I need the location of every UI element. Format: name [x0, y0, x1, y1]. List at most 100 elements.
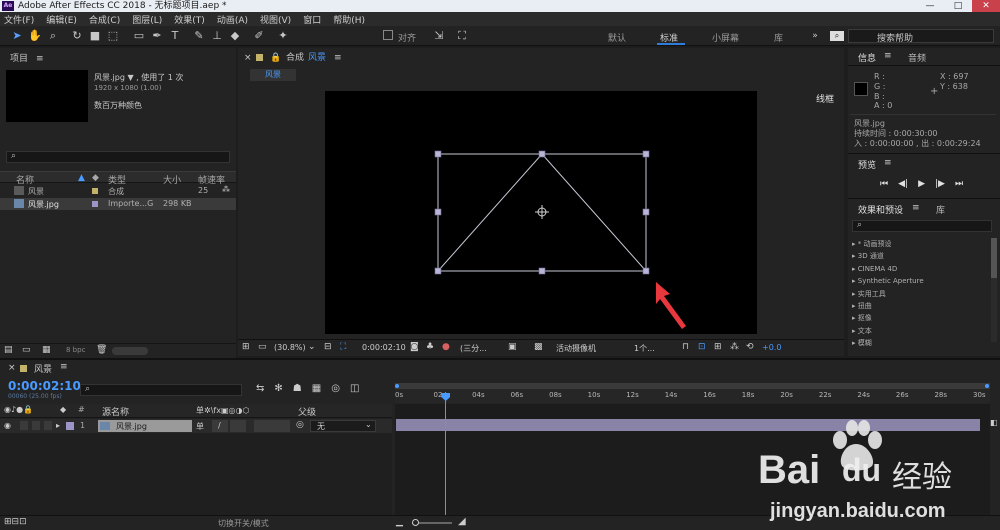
prev-frame-icon[interactable]: ◀|	[898, 179, 908, 189]
effects-search-input[interactable]: ⌕	[852, 220, 992, 232]
work-area-end-handle[interactable]	[985, 384, 989, 388]
flowchart-icon[interactable]: ⁂	[730, 342, 739, 352]
graph-editor-icon[interactable]: ◫	[350, 383, 359, 394]
minimize-button[interactable]: —	[916, 0, 944, 12]
rectangle-tool-icon[interactable]: ▭	[132, 29, 146, 43]
quality-switch[interactable]: /	[212, 420, 228, 432]
col-source-name[interactable]: 源名称	[102, 405, 129, 418]
expand-arrow-icon[interactable]: ▸	[56, 421, 60, 430]
timeline-toggle-icons[interactable]: ⊞⊟⊡	[4, 517, 27, 527]
workspace-small-screen[interactable]: 小屏幕	[712, 31, 739, 44]
panel-menu-icon[interactable]: ≡	[60, 362, 68, 372]
selection-tool-icon[interactable]: ➤	[10, 29, 24, 43]
menu-edit[interactable]: 编辑(E)	[46, 13, 77, 26]
search-help-icon[interactable]: ⌕	[830, 31, 844, 41]
timeline-search-input[interactable]: ⌕	[80, 384, 242, 396]
label-color-swatch[interactable]	[92, 188, 98, 194]
layer-switch-group[interactable]	[254, 420, 290, 432]
delete-icon[interactable]: 🗑	[96, 345, 107, 355]
effects-category[interactable]: ▸ 模糊	[852, 337, 990, 349]
menu-file[interactable]: 文件(F)	[4, 13, 34, 26]
col-parent[interactable]: 父级	[298, 405, 316, 418]
timeline-link-icon[interactable]: ⊞	[714, 342, 722, 352]
workspace-default[interactable]: 默认	[608, 31, 626, 44]
frame-blending-icon[interactable]: ▦	[312, 383, 321, 394]
pan-behind-tool-icon[interactable]: ⬚	[106, 29, 120, 43]
resolution-dropdown[interactable]: (三分...	[460, 343, 487, 354]
close-button[interactable]: ✕	[972, 0, 1000, 12]
channel-icon[interactable]: ●	[442, 342, 450, 352]
grid-icon[interactable]: ⊟	[324, 342, 332, 352]
bpc-label[interactable]: 8 bpc	[66, 346, 85, 354]
panel-menu-icon[interactable]: ≡	[884, 51, 892, 61]
effects-category[interactable]: ▸ CINEMA 4D	[852, 263, 990, 275]
panel-menu-icon[interactable]: ≡	[334, 51, 342, 65]
snap-feather-icon[interactable]: ⛶	[455, 29, 469, 43]
toggle-switches-modes[interactable]: 切换开关/模式	[218, 518, 269, 529]
panel-menu-icon[interactable]: ≡	[36, 52, 44, 66]
effects-category[interactable]: ▸ 抠像	[852, 312, 990, 324]
rotate-tool-icon[interactable]: ↻	[70, 29, 84, 43]
menu-animation[interactable]: 动画(A)	[217, 13, 248, 26]
effects-category[interactable]: ▸ * 动画预设	[852, 238, 990, 250]
snap-option-icon[interactable]: ⇲	[432, 29, 446, 43]
menu-composition[interactable]: 合成(C)	[89, 13, 120, 26]
audio-toggle[interactable]	[20, 421, 28, 430]
lock-icon[interactable]: 🔒	[270, 51, 281, 65]
maximize-button[interactable]: □	[944, 0, 972, 12]
timeline-comp-name[interactable]: 风景	[34, 362, 52, 375]
comp-close-icon[interactable]: ×	[244, 51, 252, 65]
menu-help[interactable]: 帮助(H)	[333, 13, 365, 26]
label-color-swatch[interactable]	[92, 201, 98, 207]
effects-scrollbar[interactable]	[991, 238, 997, 342]
snapshot-icon[interactable]: ◙	[410, 342, 419, 352]
menu-window[interactable]: 窗口	[303, 13, 321, 26]
playhead-line[interactable]	[445, 392, 447, 518]
eraser-tool-icon[interactable]: ◆	[228, 29, 242, 43]
mask-visibility-icon[interactable]: ⛶	[340, 342, 346, 352]
search-help-input[interactable]: 搜索帮助	[848, 29, 994, 44]
new-folder-icon[interactable]: ▭	[22, 345, 31, 355]
shy-layers-icon[interactable]: ☗	[293, 383, 302, 394]
tab-library[interactable]: 库	[936, 203, 945, 216]
last-frame-icon[interactable]: ⏭	[955, 179, 963, 189]
draft-3d-icon[interactable]: ✻	[274, 383, 282, 394]
sort-arrow-icon[interactable]: ▲	[78, 173, 85, 183]
panel-menu-icon[interactable]: ≡	[884, 158, 892, 168]
zoom-slider[interactable]	[412, 519, 452, 526]
first-frame-icon[interactable]: ⏮	[880, 179, 888, 189]
interpret-footage-icon[interactable]: ▤	[4, 345, 13, 355]
lock-toggle[interactable]	[44, 421, 52, 430]
work-area-start-handle[interactable]	[395, 384, 399, 388]
comp-flowchart-icon[interactable]: ⇆	[256, 383, 264, 394]
roto-brush-tool-icon[interactable]: ✐	[252, 29, 266, 43]
transparency-grid-icon[interactable]: ▩	[534, 342, 543, 352]
shy-switch[interactable]: 单	[196, 421, 204, 432]
tab-info[interactable]: 信息	[858, 51, 876, 64]
type-tool-icon[interactable]: T	[168, 29, 182, 43]
flowchart-icon[interactable]: ⁂	[222, 185, 230, 194]
next-frame-icon[interactable]: |▶	[935, 179, 945, 189]
layer-row[interactable]: ◉ ▸ 1 风景.jpg 单 / ◎ 无 ⌄	[0, 419, 392, 433]
layer-label-swatch[interactable]	[66, 422, 74, 430]
composition-viewer[interactable]	[325, 91, 757, 334]
region-of-interest-icon[interactable]: ▣	[508, 342, 517, 352]
effect-switch[interactable]	[230, 420, 246, 432]
workspace-library[interactable]: 库	[774, 31, 783, 44]
zoom-dropdown[interactable]: (30.8%)	[274, 343, 306, 352]
workspace-overflow-icon[interactable]: »	[808, 29, 822, 43]
hand-tool-icon[interactable]: ✋	[28, 29, 42, 43]
exposure-value[interactable]: +0.0	[762, 343, 781, 352]
camera-dropdown[interactable]: 活动摄像机	[556, 343, 596, 354]
timeline-timecode[interactable]: 0:00:02:10	[8, 379, 81, 393]
menu-effect[interactable]: 效果(T)	[174, 13, 205, 26]
current-time[interactable]: 0:00:02:10	[362, 343, 406, 352]
snap-checkbox[interactable]	[383, 30, 393, 40]
timeline-close-icon[interactable]: ×	[8, 363, 16, 373]
camera-tool-icon[interactable]: ■	[88, 29, 102, 43]
puppet-tool-icon[interactable]: ✦	[276, 29, 290, 43]
scrollbar-thumb[interactable]	[991, 238, 997, 278]
work-area-bar[interactable]	[395, 383, 990, 389]
clone-stamp-tool-icon[interactable]: ⊥	[210, 29, 224, 43]
monitor-icon[interactable]: ▭	[258, 342, 267, 352]
